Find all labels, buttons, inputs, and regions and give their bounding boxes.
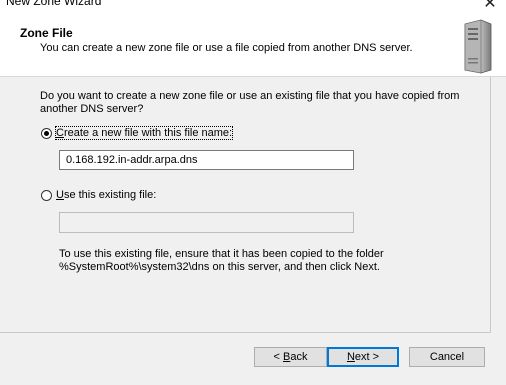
use-existing-label-accel: U [56, 189, 64, 201]
next-button[interactable]: Next > [327, 347, 399, 367]
create-new-file-option[interactable]: Create a new file with this file name: [41, 126, 234, 140]
help-line-2: %SystemRoot%\system32\dns on this server… [59, 261, 380, 273]
window-title: New Zone Wizard [6, 0, 102, 8]
create-new-label[interactable]: Create a new file with this file name: [54, 126, 234, 140]
create-new-label-text: reate a new file with this file name: [63, 127, 233, 139]
question-text: Do you want to create a new zone file or… [40, 90, 460, 115]
title-bar: New Zone Wizard ✕ [0, 0, 506, 14]
back-text: ack [290, 351, 308, 363]
cancel-button[interactable]: Cancel [409, 347, 485, 367]
back-prefix: < [273, 351, 283, 363]
wizard-body: Do you want to create a new zone file or… [0, 77, 506, 385]
back-button[interactable]: < Back [254, 347, 327, 367]
create-new-label-accel: C [56, 127, 64, 139]
existing-file-input [59, 212, 354, 233]
help-text: To use this existing file, ensure that i… [59, 248, 459, 274]
wizard-header: Zone File You can create a new zone file… [0, 14, 506, 77]
use-existing-label[interactable]: Use this existing file: [56, 189, 156, 201]
page-subtitle: You can create a new zone file or use a … [40, 42, 413, 54]
new-file-name-input[interactable]: 0.168.192.in-addr.arpa.dns [59, 150, 354, 170]
server-icon [464, 19, 492, 74]
help-line-1: To use this existing file, ensure that i… [59, 248, 384, 260]
create-new-radio[interactable] [41, 127, 52, 139]
use-existing-file-option[interactable]: Use this existing file: [41, 189, 156, 201]
page-title: Zone File [20, 26, 73, 40]
use-existing-radio[interactable] [41, 189, 52, 201]
use-existing-label-text: se this existing file: [63, 189, 157, 201]
close-icon[interactable]: ✕ [480, 0, 500, 13]
next-accel: N [346, 351, 355, 363]
next-text: ext > [354, 351, 380, 363]
